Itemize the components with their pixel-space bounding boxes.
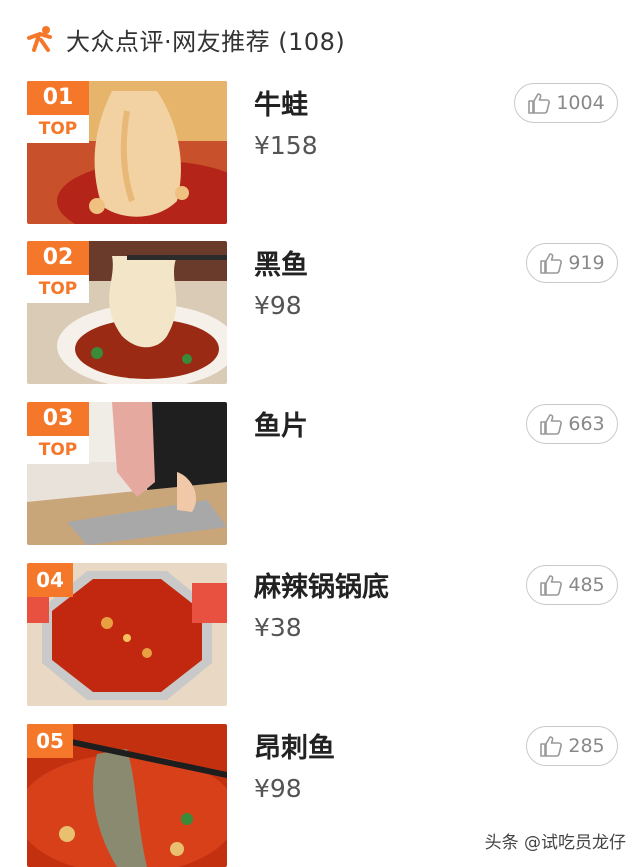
like-count: 663 (568, 413, 605, 435)
dianping-logo-icon (27, 26, 52, 52)
dish-photo: 01 TOP (27, 81, 227, 224)
page-title: 大众点评·网友推荐 (108) (66, 28, 346, 56)
dish-price: ¥98 (254, 774, 302, 803)
rank-badge: 05 (27, 724, 73, 758)
rank-badge: 03 TOP (27, 402, 89, 464)
list-item[interactable]: 04 麻辣锅锅底 ¥38 485 (0, 563, 640, 706)
rank-badge: 02 TOP (27, 241, 89, 303)
dish-name: 牛蛙 (254, 90, 308, 121)
dish-name: 昂刺鱼 (254, 733, 335, 764)
watermark: 头条 @试吃员龙仔 (484, 828, 626, 853)
dish-price: ¥98 (254, 291, 302, 320)
thumbs-up-icon (540, 736, 563, 757)
dish-photo: 02 TOP (27, 241, 227, 384)
thumbs-up-icon (540, 575, 563, 596)
thumbs-up-icon (528, 93, 551, 114)
like-count: 1004 (556, 92, 605, 114)
list-item[interactable]: 01 TOP 牛蛙 ¥158 1004 (0, 81, 640, 224)
like-count: 285 (568, 735, 605, 757)
dish-photo: 03 TOP (27, 402, 227, 545)
dish-price: ¥38 (254, 613, 302, 642)
like-count: 485 (568, 574, 605, 596)
like-button[interactable]: 919 (526, 243, 618, 283)
like-button[interactable]: 485 (526, 565, 618, 605)
dish-name: 黑鱼 (254, 250, 308, 281)
header: 大众点评·网友推荐 (108) (0, 0, 640, 80)
rank-badge: 01 TOP (27, 81, 89, 143)
dish-photo: 05 (27, 724, 227, 867)
thumbs-up-icon (540, 253, 563, 274)
rank-badge: 04 (27, 563, 73, 597)
list-item[interactable]: 03 TOP 鱼片 663 (0, 402, 640, 545)
dish-name: 麻辣锅锅底 (254, 572, 389, 603)
thumbs-up-icon (540, 414, 563, 435)
dish-name: 鱼片 (254, 411, 308, 442)
dish-photo: 04 (27, 563, 227, 706)
dish-price: ¥158 (254, 131, 318, 160)
like-button[interactable]: 285 (526, 726, 618, 766)
like-count: 919 (568, 252, 605, 274)
like-button[interactable]: 663 (526, 404, 618, 444)
like-button[interactable]: 1004 (514, 83, 618, 123)
list-item[interactable]: 02 TOP 黑鱼 ¥98 919 (0, 241, 640, 384)
